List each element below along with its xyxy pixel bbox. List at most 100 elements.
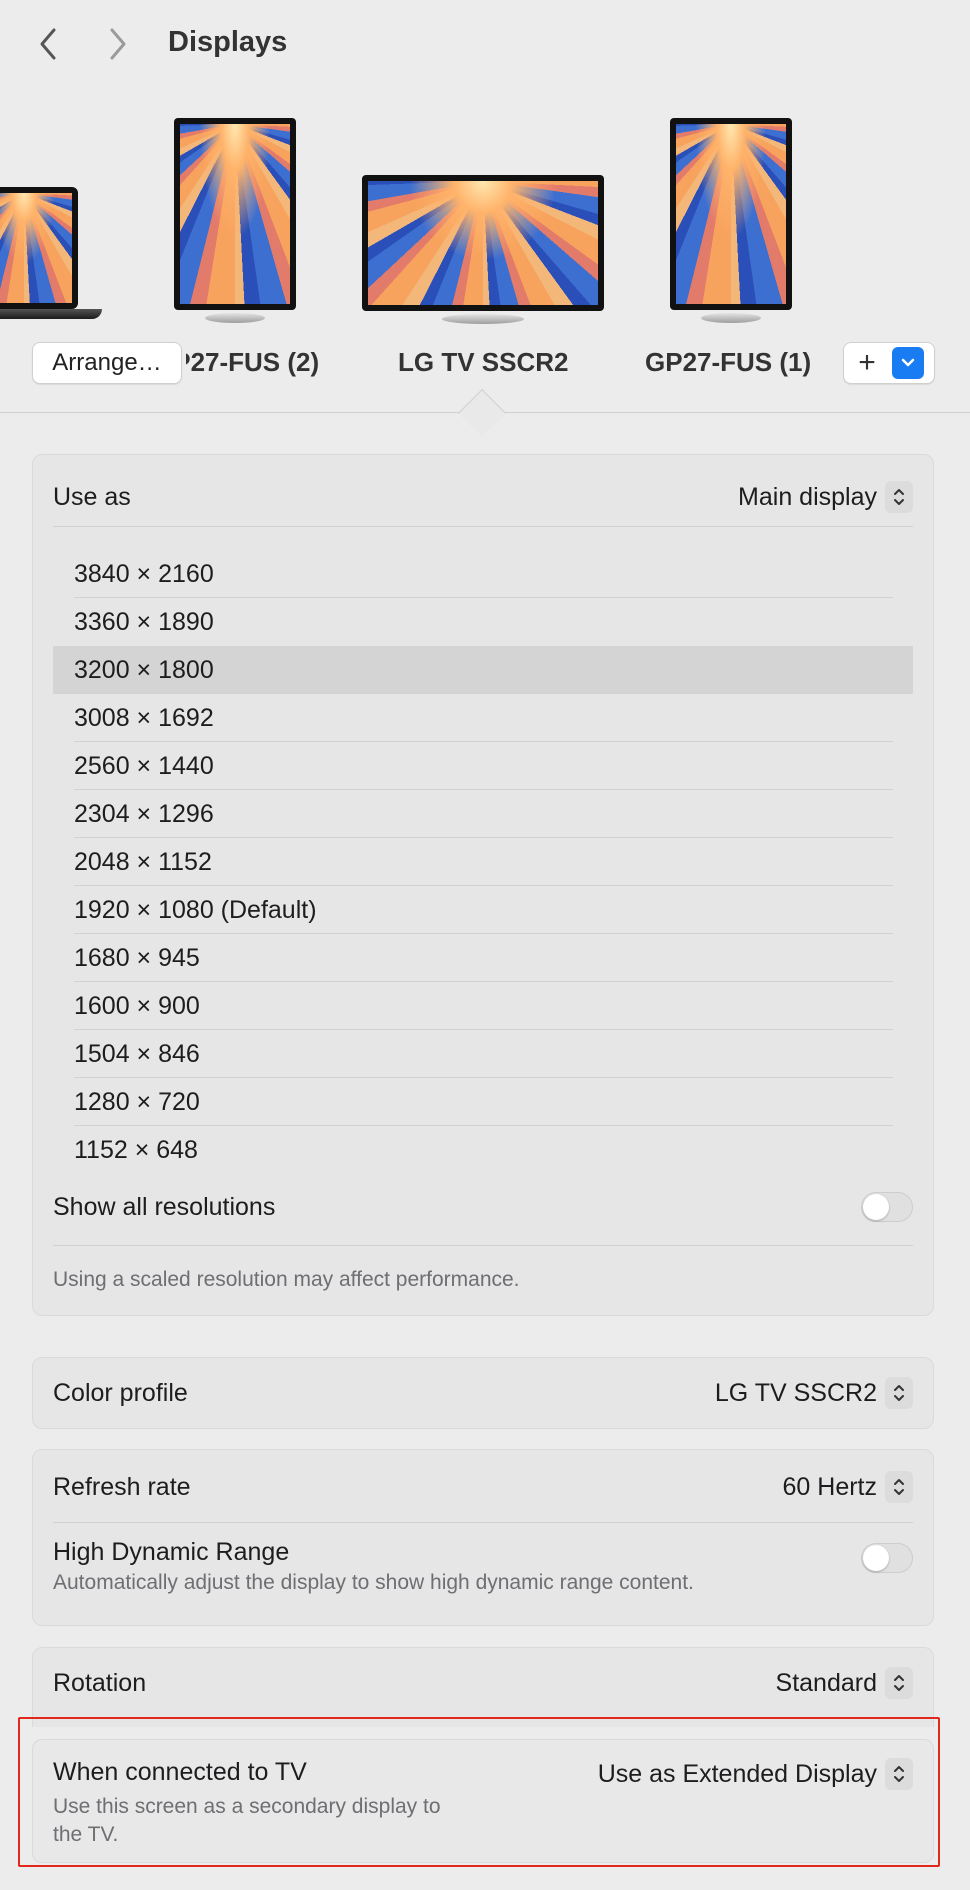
updown-chevron-icon [885, 1377, 913, 1409]
resolution-item[interactable]: 1280 × 720 [53, 1078, 913, 1126]
resolution-label: 3360 × 1890 [74, 607, 214, 636]
updown-chevron-icon [885, 1758, 913, 1790]
refresh-hdr-panel: Refresh rate 60 Hertz High Dynamic Range… [32, 1449, 934, 1626]
resolution-panel: Use as Main display 3840 × 2160 3360 × 1… [32, 454, 934, 1316]
use-as-popup[interactable]: Main display [738, 481, 913, 513]
divider [53, 526, 913, 527]
rotation-popup[interactable]: Standard [776, 1667, 913, 1699]
refresh-rate-popup[interactable]: 60 Hertz [783, 1471, 913, 1503]
resolution-label: 1680 × 945 [74, 943, 200, 972]
wallpaper-image [180, 124, 290, 304]
tv-description: Use this screen as a secondary display t… [53, 1793, 441, 1849]
hdr-label: High Dynamic Range [53, 1538, 290, 1566]
resolution-list: 3840 × 2160 3360 × 1890 3200 × 1800 3008… [53, 550, 913, 1174]
chevron-right-icon [110, 28, 126, 60]
tv-description-line: Use this screen as a secondary display t… [53, 1795, 441, 1818]
display-thumb-lg-tv[interactable] [362, 175, 604, 311]
resolution-item[interactable]: 3840 × 2160 [53, 550, 913, 598]
resolution-label: 1920 × 1080 (Default) [74, 895, 317, 924]
hdr-description: Automatically adjust the display to show… [53, 1571, 694, 1594]
chevron-down-icon [901, 358, 915, 367]
resolution-label: 1504 × 846 [74, 1039, 200, 1068]
resolution-item[interactable]: 1600 × 900 [53, 982, 913, 1030]
chevron-left-icon [40, 28, 56, 60]
forward-button[interactable] [98, 22, 138, 66]
divider [53, 1522, 913, 1523]
resolution-label: 1600 × 900 [74, 991, 200, 1020]
tv-description-line: the TV. [53, 1823, 119, 1846]
hdr-toggle[interactable] [861, 1543, 913, 1573]
scaled-note-row: Using a scaled resolution may affect per… [53, 1265, 913, 1295]
tv-panel: When connected to TV Use this screen as … [32, 1739, 934, 1863]
add-display-menu-button[interactable] [892, 347, 924, 379]
resolution-label: 3008 × 1692 [74, 703, 214, 732]
wallpaper-image [676, 124, 786, 304]
rotation-label: Rotation [53, 1668, 147, 1697]
resolution-label: 1280 × 720 [74, 1087, 200, 1116]
divider [53, 1245, 913, 1246]
color-profile-row: Color profile LG TV SSCR2 [53, 1373, 913, 1413]
refresh-rate-value: 60 Hertz [782, 1472, 877, 1501]
resolution-item[interactable]: 1680 × 945 [53, 934, 913, 982]
wallpaper-image [368, 181, 598, 305]
hdr-text: High Dynamic Range Automatically adjust … [53, 1538, 694, 1595]
rotation-row: Rotation Standard [53, 1663, 913, 1703]
show-all-label: Show all resolutions [53, 1192, 276, 1221]
monitor-stand [701, 313, 761, 323]
page-title: Displays [168, 26, 288, 58]
wallpaper-image [0, 193, 72, 303]
resolution-item[interactable]: 1152 × 648 [53, 1126, 913, 1174]
display-thumb-laptop[interactable] [0, 187, 78, 309]
use-as-value: Main display [738, 482, 877, 511]
resolution-item[interactable]: 1504 × 846 [53, 1030, 913, 1078]
tv-row: When connected to TV Use this screen as … [53, 1758, 913, 1848]
laptop-base [0, 309, 102, 319]
toggle-knob [863, 1194, 889, 1220]
toggle-knob [863, 1545, 889, 1571]
color-profile-value: LG TV SSCR2 [714, 1378, 877, 1407]
resolution-item[interactable]: 3360 × 1890 [53, 598, 913, 646]
rotation-value: Standard [775, 1668, 877, 1697]
display-label[interactable]: GP27-FUS (1) [645, 347, 811, 378]
tv-stand [442, 314, 524, 324]
color-profile-panel: Color profile LG TV SSCR2 [32, 1357, 934, 1429]
resolution-label: 1152 × 648 [74, 1135, 198, 1164]
color-profile-popup[interactable]: LG TV SSCR2 [715, 1377, 913, 1409]
resolution-item[interactable]: 2048 × 1152 [53, 838, 913, 886]
hdr-row: High Dynamic Range Automatically adjust … [53, 1538, 913, 1606]
arrange-button[interactable]: Arrange… [32, 342, 182, 384]
scaled-note: Using a scaled resolution may affect per… [53, 1268, 520, 1291]
resolution-item[interactable]: 1920 × 1080 (Default) [53, 886, 913, 934]
show-all-toggle[interactable] [861, 1192, 913, 1222]
refresh-rate-label: Refresh rate [53, 1472, 191, 1501]
resolution-label: 3840 × 2160 [74, 559, 214, 588]
resolution-item-selected[interactable]: 3200 × 1800 [53, 646, 913, 694]
updown-chevron-icon [885, 1471, 913, 1503]
tv-text: When connected to TV Use this screen as … [53, 1758, 441, 1849]
resolution-label: 3200 × 1800 [74, 655, 214, 684]
tv-mode-value: Use as Extended Display [597, 1759, 877, 1788]
resolution-item[interactable]: 3008 × 1692 [53, 694, 913, 742]
resolution-label: 2304 × 1296 [74, 799, 214, 828]
add-display-button[interactable]: + [844, 343, 890, 383]
show-all-row: Show all resolutions [53, 1187, 913, 1227]
back-button[interactable] [28, 22, 68, 66]
resolution-item[interactable]: 2304 × 1296 [53, 790, 913, 838]
display-thumb-gp27-fus-1[interactable] [670, 118, 792, 310]
updown-chevron-icon [885, 481, 913, 513]
tv-mode-popup[interactable]: Use as Extended Display [598, 1758, 913, 1790]
updown-chevron-icon [885, 1667, 913, 1699]
tv-label: When connected to TV [53, 1758, 307, 1786]
resolution-label: 2048 × 1152 [74, 847, 212, 876]
display-thumb-gp27-fus-2[interactable] [174, 118, 296, 310]
color-profile-label: Color profile [53, 1378, 188, 1407]
refresh-rate-row: Refresh rate 60 Hertz [53, 1467, 913, 1507]
resolution-item[interactable]: 2560 × 1440 [53, 742, 913, 790]
rotation-panel: Rotation Standard [32, 1647, 934, 1727]
use-as-row: Use as Main display [53, 477, 913, 517]
toolbar: Displays [0, 0, 970, 90]
monitor-stand [205, 313, 265, 323]
resolution-label: 2560 × 1440 [74, 751, 214, 780]
display-label[interactable]: LG TV SSCR2 [398, 347, 568, 378]
add-display-control[interactable]: + [843, 342, 935, 384]
